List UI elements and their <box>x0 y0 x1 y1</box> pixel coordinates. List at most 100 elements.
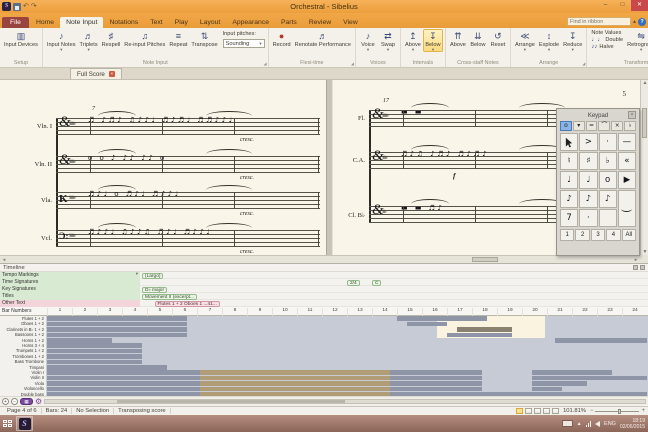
retrograde-button[interactable]: ⇋Retrograde▾ <box>625 29 648 52</box>
timeline-event-chip[interactable]: (Largo) <box>142 272 164 279</box>
keypad-button-r3c3[interactable]: o <box>598 171 617 189</box>
timeline-zoom-in-button[interactable]: + <box>2 398 9 405</box>
voice-button-2[interactable]: 2 <box>575 229 590 241</box>
ruler-bar-10[interactable]: 10 <box>272 308 297 316</box>
reduce-button[interactable]: ↧ Reduce ▾ <box>561 29 584 52</box>
timeline-block[interactable] <box>554 338 647 343</box>
timeline-block[interactable] <box>199 381 390 386</box>
keypad-button-r2c1[interactable]: ♮ <box>560 152 579 170</box>
status-page-0[interactable]: Page 4 of 6 <box>3 408 42 414</box>
status-no-2[interactable]: No Selection <box>72 408 115 414</box>
ruler-bar-15[interactable]: 15 <box>397 308 422 316</box>
keypad-button-r5c3[interactable] <box>598 209 617 227</box>
keypad-tie-icon[interactable] <box>617 190 636 227</box>
timeline-block[interactable] <box>389 386 482 392</box>
timeline-options-icon[interactable] <box>633 265 638 270</box>
find-in-ribbon-input[interactable] <box>566 17 631 26</box>
vertical-scroll-thumb[interactable] <box>642 108 647 138</box>
timeline-row-label[interactable]: Titles <box>0 293 140 300</box>
timeline-event-chip[interactable]: Movement II (excerpt... <box>142 293 198 300</box>
ruler-bar-22[interactable]: 22 <box>572 308 597 316</box>
ruler-bar-23[interactable]: 23 <box>597 308 622 316</box>
ruler-bar-13[interactable]: 13 <box>347 308 372 316</box>
timeline-zoom-out-button[interactable]: − <box>11 398 18 405</box>
timeline-row-label[interactable]: Tempo Markings ▾ <box>0 271 140 279</box>
explode-button[interactable]: ↕ Explode ▾ <box>537 29 561 52</box>
timeline-block[interactable] <box>397 316 487 321</box>
save-icon[interactable] <box>13 2 21 11</box>
keypad-button-r4c2[interactable]: ♪ <box>579 190 598 208</box>
timeline-block[interactable] <box>47 386 200 392</box>
horizontal-scroll-thumb[interactable] <box>472 257 498 262</box>
start-button[interactable] <box>3 420 12 427</box>
dialog-launcher-icon[interactable]: ◢ <box>264 61 267 66</box>
dialog-launcher-icon[interactable]: ◢ <box>351 61 354 66</box>
taskbar-clock[interactable]: 18:19 02/06/2015 <box>620 418 645 430</box>
keypad-tab-jazz-articulations[interactable]: × <box>611 121 624 131</box>
tab-view[interactable]: View <box>337 17 364 28</box>
touch-keyboard-icon[interactable] <box>561 420 573 427</box>
input-pitches-dropdown[interactable]: Sounding ▾ <box>222 39 265 48</box>
timeline-block[interactable] <box>389 375 482 381</box>
ruler-bar-12[interactable]: 12 <box>322 308 347 316</box>
keypad-button-r2c3[interactable]: ♭ <box>598 152 617 170</box>
keypad-button-r2c4[interactable]: « <box>617 152 636 170</box>
timeline-row-label[interactable]: Time Signatures <box>0 279 140 286</box>
timeline-block[interactable] <box>47 343 142 348</box>
timeline-settings-gear-icon[interactable]: ⚙ <box>35 397 42 406</box>
view-mode-icon-2[interactable] <box>525 408 533 414</box>
keypad-button-r2c2[interactable]: ♯ <box>579 152 598 170</box>
keypad-tab-common-notes[interactable]: o <box>560 121 572 131</box>
vertical-scrollbar[interactable]: ▲ ▼ <box>640 80 648 255</box>
keypad-tab-articulations[interactable]: ⌒ <box>598 121 611 131</box>
ruler-bar-19[interactable]: 19 <box>497 308 522 316</box>
keypad-button-r1c4[interactable]: — <box>617 133 636 151</box>
timeline-block[interactable] <box>532 386 562 392</box>
ruler-bar-7[interactable]: 7 <box>197 308 222 316</box>
voice-button[interactable]: ♪ Voice ▾ <box>358 29 378 52</box>
keypad-button-r4c1[interactable]: ♪ <box>560 190 579 208</box>
keypad-button-r5c2[interactable]: · <box>579 209 598 227</box>
view-mode-icon-3[interactable] <box>534 408 542 414</box>
ruler-bar-9[interactable]: 9 <box>247 308 272 316</box>
view-mode-icon-1[interactable] <box>516 408 524 414</box>
collapse-ribbon-icon[interactable]: ▴ <box>633 18 636 25</box>
keypad-button-r3c1[interactable]: ♩ <box>560 171 579 189</box>
timeline-row-label[interactable]: Key Signatures <box>0 286 140 293</box>
tab-layout[interactable]: Layout <box>194 17 226 28</box>
timeline-close-icon[interactable] <box>640 265 645 270</box>
undo-icon[interactable]: ↶ <box>23 2 29 11</box>
keypad-button-r5c1[interactable]: 7 <box>560 209 579 227</box>
timeline-block[interactable] <box>47 365 167 370</box>
tab-notations[interactable]: Notations <box>103 17 144 28</box>
record-button[interactable]: ● Record <box>271 29 293 48</box>
timeline-instrument-rows[interactable]: Flutes 1 + 2 Oboes 1 + 2 Clarinets in B♭ 1… <box>0 316 648 397</box>
timeline-block[interactable] <box>389 381 482 386</box>
voice-button-4[interactable]: 4 <box>606 229 621 241</box>
timeline-scroll-thumb[interactable] <box>117 400 346 403</box>
maximize-button[interactable]: □ <box>614 0 631 11</box>
status-bars-1[interactable]: Bars: 24 <box>42 408 73 414</box>
timeline-block[interactable] <box>199 386 390 392</box>
re-input-pitches-button[interactable]: ♫ Re-input Pitches <box>122 29 167 48</box>
interval-above-button[interactable]: ↥ Above ▾ <box>403 29 423 52</box>
dialog-launcher-icon[interactable]: ◢ <box>582 61 585 66</box>
zoom-in-icon[interactable]: + <box>641 408 645 414</box>
timeline-block[interactable] <box>47 316 187 321</box>
timeline-block[interactable] <box>47 321 187 327</box>
keypad-tab-more-notes[interactable]: ▾ <box>572 121 585 131</box>
timeline-block[interactable] <box>47 359 142 365</box>
language-indicator[interactable]: ENG <box>604 421 616 427</box>
sibelius-app-icon[interactable]: S <box>2 2 11 11</box>
ruler-bar-2[interactable]: 2 <box>72 308 97 316</box>
ruler-bar-14[interactable]: 14 <box>372 308 397 316</box>
tab-note-input[interactable]: Note Input <box>60 17 104 28</box>
ruler-bar-16[interactable]: 16 <box>422 308 447 316</box>
ruler-bar-11[interactable]: 11 <box>297 308 322 316</box>
timeline-row-label[interactable]: Other Text <box>0 300 140 307</box>
volume-icon[interactable] <box>595 420 601 427</box>
close-button[interactable]: ✕ <box>631 0 648 11</box>
keypad-button-r4c3[interactable]: ♪ <box>598 190 617 208</box>
close-tab-icon[interactable]: × <box>108 71 115 77</box>
timeline-block[interactable] <box>532 370 612 375</box>
